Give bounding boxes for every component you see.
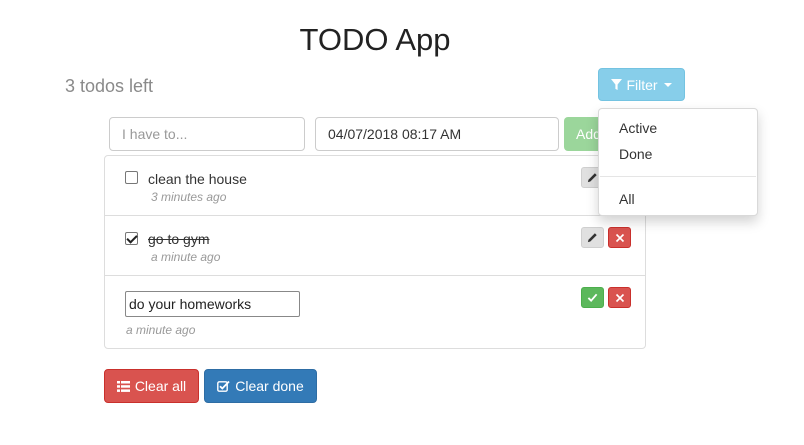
dropdown-divider: [600, 176, 756, 177]
todo-edit-input[interactable]: do your homeworks: [125, 291, 300, 317]
todo-time: 3 minutes ago: [151, 190, 227, 204]
cancel-button[interactable]: [608, 287, 631, 308]
list-icon: [116, 380, 130, 392]
todo-checkbox[interactable]: [125, 171, 138, 184]
clear-all-label: Clear all: [134, 378, 187, 394]
todos-left-count: 3 todos left: [65, 76, 154, 96]
clear-done-label: Clear done: [235, 378, 304, 394]
clear-done-button[interactable]: Clear done: [204, 369, 317, 403]
edit-button[interactable]: [581, 227, 604, 248]
filter-dropdown-menu: Active Done All: [598, 108, 758, 216]
filter-icon: [611, 79, 623, 90]
save-button[interactable]: [581, 287, 604, 308]
close-icon: [615, 293, 624, 302]
todo-checkbox-checked[interactable]: [125, 232, 138, 245]
todo-time: a minute ago: [126, 323, 196, 337]
todo-text: clean the house: [148, 171, 247, 187]
todo-item-editing: do your homeworks a minute ago: [105, 276, 645, 348]
delete-button[interactable]: [608, 227, 631, 248]
page-title: TODO App: [299, 22, 451, 57]
filter-option-all[interactable]: All: [619, 191, 635, 207]
filter-option-done[interactable]: Done: [619, 146, 652, 162]
todo-list: clean the house 3 minutes ago go to gym …: [104, 155, 646, 349]
date-input[interactable]: 04/07/2018 08:17 AM: [315, 117, 559, 151]
todo-input[interactable]: I have to...: [109, 117, 305, 151]
todo-item: clean the house 3 minutes ago: [105, 156, 645, 216]
filter-button[interactable]: Filter: [598, 68, 685, 101]
todo-item: go to gym a minute ago: [105, 216, 645, 276]
todo-text-done: go to gym: [148, 231, 210, 247]
todo-time: a minute ago: [151, 250, 221, 264]
pencil-icon: [587, 173, 597, 183]
close-icon: [615, 233, 624, 242]
caret-down-icon: [663, 82, 672, 87]
check-icon: [587, 293, 598, 303]
clear-all-button[interactable]: Clear all: [104, 369, 199, 403]
checkbox-icon: [217, 380, 230, 392]
pencil-icon: [587, 233, 597, 243]
filter-label: Filter: [626, 76, 658, 93]
filter-option-active[interactable]: Active: [619, 120, 657, 136]
